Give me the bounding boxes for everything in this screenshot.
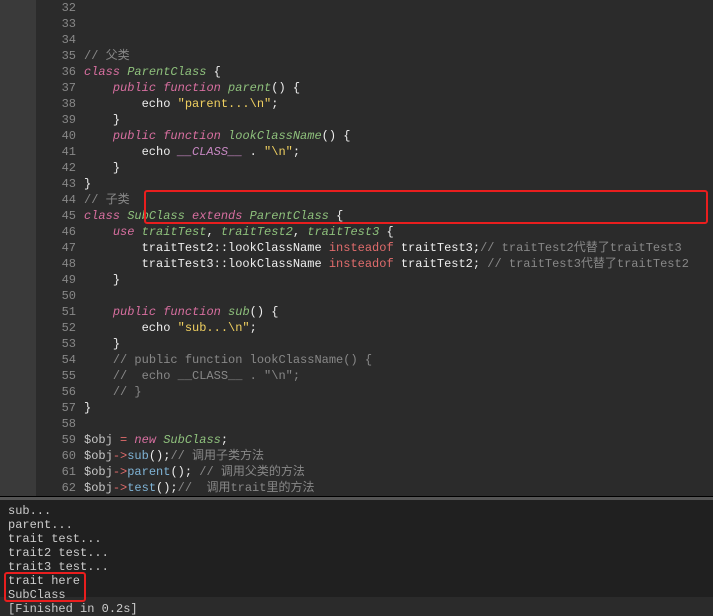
code-line[interactable]: $obj->test();// 调用trait里的方法 [84,480,713,496]
line-number: 41 [36,144,76,160]
line-number: 33 [36,16,76,32]
code-line[interactable]: echo __CLASS__ . "\n"; [84,144,713,160]
line-number: 47 [36,240,76,256]
line-number: 36 [36,64,76,80]
code-line[interactable]: echo "sub...\n"; [84,320,713,336]
code-line[interactable]: $obj = new SubClass; [84,432,713,448]
output-console[interactable]: sub...parent...trait test...trait2 test.… [0,497,713,597]
line-number: 48 [36,256,76,272]
console-line: sub... [8,504,705,518]
line-number: 53 [36,336,76,352]
fold-strip [0,0,36,496]
code-line[interactable]: echo "parent...\n"; [84,96,713,112]
line-number: 43 [36,176,76,192]
console-line: trait2 test... [8,546,705,560]
code-line[interactable]: } [84,336,713,352]
code-area[interactable]: // 父类class ParentClass { public function… [84,0,713,496]
code-line[interactable]: public function lookClassName() { [84,128,713,144]
code-line[interactable]: // echo __CLASS__ . "\n"; [84,368,713,384]
code-line[interactable]: } [84,400,713,416]
line-number: 56 [36,384,76,400]
code-line[interactable]: traitTest3::lookClassName insteadof trai… [84,256,713,272]
line-number: 58 [36,416,76,432]
line-number: 46 [36,224,76,240]
console-line: SubClass [8,588,705,602]
code-line[interactable]: } [84,112,713,128]
console-line: trait here [8,574,705,588]
line-number: 38 [36,96,76,112]
console-line: trait test... [8,532,705,546]
console-line: [Finished in 0.2s] [8,602,705,616]
code-line[interactable] [84,288,713,304]
line-number: 51 [36,304,76,320]
code-line[interactable]: } [84,176,713,192]
line-number: 54 [36,352,76,368]
code-line[interactable]: class SubClass extends ParentClass { [84,208,713,224]
console-line: parent... [8,518,705,532]
line-number: 61 [36,464,76,480]
code-line[interactable]: public function sub() { [84,304,713,320]
code-line[interactable]: traitTest2::lookClassName insteadof trai… [84,240,713,256]
console-line: trait3 test... [8,560,705,574]
code-editor[interactable]: 3233343536373839404142434445464748495051… [0,0,713,497]
code-line[interactable]: } [84,160,713,176]
line-number-gutter: 3233343536373839404142434445464748495051… [36,0,84,496]
line-number: 49 [36,272,76,288]
line-number: 35 [36,48,76,64]
code-line[interactable]: // 子类 [84,192,713,208]
line-number: 45 [36,208,76,224]
code-line[interactable]: $obj->sub();// 调用子类方法 [84,448,713,464]
code-line[interactable]: // 父类 [84,48,713,64]
code-line[interactable] [84,416,713,432]
line-number: 37 [36,80,76,96]
line-number: 50 [36,288,76,304]
line-number: 34 [36,32,76,48]
code-line[interactable]: class ParentClass { [84,64,713,80]
code-line[interactable]: use traitTest, traitTest2, traitTest3 { [84,224,713,240]
line-number: 42 [36,160,76,176]
line-number: 62 [36,480,76,496]
line-number: 57 [36,400,76,416]
line-number: 32 [36,0,76,16]
line-number: 39 [36,112,76,128]
code-line[interactable]: // public function lookClassName() { [84,352,713,368]
line-number: 52 [36,320,76,336]
line-number: 40 [36,128,76,144]
line-number: 59 [36,432,76,448]
code-line[interactable]: // } [84,384,713,400]
line-number: 55 [36,368,76,384]
code-line[interactable]: } [84,272,713,288]
code-line[interactable]: public function parent() { [84,80,713,96]
line-number: 44 [36,192,76,208]
line-number: 60 [36,448,76,464]
code-line[interactable]: $obj->parent(); // 调用父类的方法 [84,464,713,480]
